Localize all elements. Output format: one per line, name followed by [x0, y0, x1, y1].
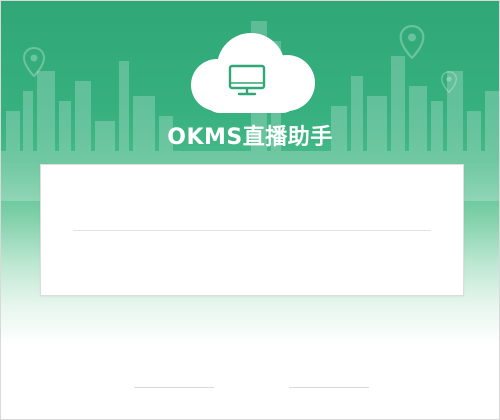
footer-divider-right [289, 387, 369, 388]
monitor-icon [228, 64, 266, 96]
account-input[interactable] [73, 200, 435, 232]
location-pin-icon [441, 71, 457, 93]
app-window: OKMS直播助手 [0, 0, 500, 420]
header-banner: OKMS直播助手 [1, 1, 499, 419]
app-title: OKMS直播助手 [167, 125, 333, 150]
footer-divider-left [134, 387, 214, 388]
location-pin-icon [399, 25, 425, 59]
login-card [40, 164, 464, 296]
input-divider [73, 230, 431, 231]
password-input[interactable] [73, 235, 435, 267]
location-pin-icon [23, 47, 45, 77]
